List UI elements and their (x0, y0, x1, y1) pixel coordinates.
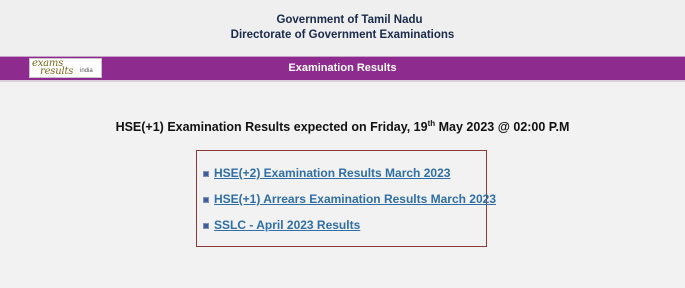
list-item: HSE(+2) Examination Results March 2023 (203, 165, 450, 181)
square-bullet-icon (203, 223, 209, 229)
section-title: Examination Results (288, 62, 397, 74)
result-announcement: HSE(+1) Examination Results expected on … (0, 119, 685, 134)
list-item: SSLC - April 2023 Results (203, 217, 360, 233)
square-bullet-icon (203, 197, 209, 203)
results-links-box: HSE(+2) Examination Results March 2023 H… (196, 150, 496, 247)
announcement-text-end: May 2023 @ 02:00 P.M (435, 120, 570, 134)
list-item: HSE(+1) Arrears Examination Results Marc… (203, 191, 496, 207)
header-directorate-title: Directorate of Government Examinations (230, 29, 455, 41)
site-header: Government of Tamil Nadu Directorate of … (0, 0, 685, 56)
header-government-title: Government of Tamil Nadu (276, 14, 423, 26)
sslc-results-link[interactable]: SSLC - April 2023 Results (214, 218, 360, 232)
announcement-text-start: HSE(+1) Examination Results expected on … (115, 120, 428, 134)
hse-plus1-arrears-results-link[interactable]: HSE(+1) Arrears Examination Results Marc… (214, 192, 496, 206)
section-title-bar: exams results india Examination Results (0, 56, 685, 82)
square-bullet-icon (203, 171, 209, 177)
hse-plus2-results-link[interactable]: HSE(+2) Examination Results March 2023 (214, 166, 450, 180)
